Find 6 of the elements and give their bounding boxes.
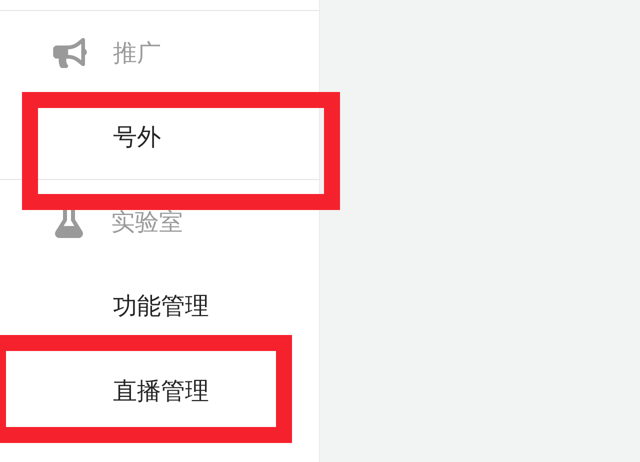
menu-item[interactable]: 功能管理	[113, 288, 209, 324]
section-title: 推广	[113, 38, 161, 68]
menu-item[interactable]: 直播管理	[113, 372, 209, 408]
section-title: 实验室	[111, 206, 183, 238]
menu-item[interactable]: 号外	[113, 118, 161, 154]
megaphone-icon	[52, 38, 88, 68]
